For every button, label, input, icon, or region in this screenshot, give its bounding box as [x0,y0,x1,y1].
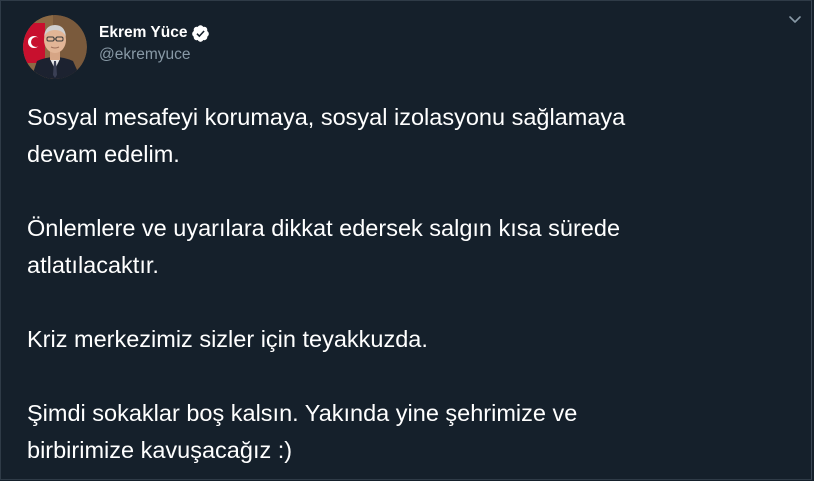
tweet-line: Kriz merkezimiz sizler için teyakkuzda. [27,326,428,352]
tweet-paragraph: Şimdi sokaklar boş kalsın. Yakında yine … [27,395,797,469]
avatar-image [23,15,87,79]
tweet-paragraph: Önlemlere ve uyarılara dikkat edersek sa… [27,210,797,284]
tweet-line: birbirimize kavuşacağız :) [27,437,293,463]
tweet-text: Sosyal mesafeyi korumaya, sosyal izolasy… [27,99,797,469]
tweet-paragraph: Kriz merkezimiz sizler için teyakkuzda. [27,321,797,358]
verified-badge-icon [192,24,210,42]
tweet-header: Ekrem Yüce @ekremyuce [23,15,210,79]
author-handle[interactable]: @ekremyuce [99,46,210,64]
author-name[interactable]: Ekrem Yüce [99,24,187,42]
author-info: Ekrem Yüce @ekremyuce [99,23,210,64]
tweet-line: devam edelim. [27,141,180,167]
avatar[interactable] [23,15,87,79]
chevron-down-icon[interactable] [787,11,803,27]
name-row: Ekrem Yüce [99,23,210,43]
tweet-line: Önlemlere ve uyarılara dikkat edersek sa… [27,215,621,241]
tweet-line: atlatılacaktır. [27,252,159,278]
tweet-card: Ekrem Yüce @ekremyuce Sosyal mesafeyi ko… [0,0,812,480]
tweet-line: Sosyal mesafeyi korumaya, sosyal izolasy… [27,104,626,130]
tweet-line: Şimdi sokaklar boş kalsın. Yakında yine … [27,400,578,426]
tweet-paragraph: Sosyal mesafeyi korumaya, sosyal izolasy… [27,99,797,173]
